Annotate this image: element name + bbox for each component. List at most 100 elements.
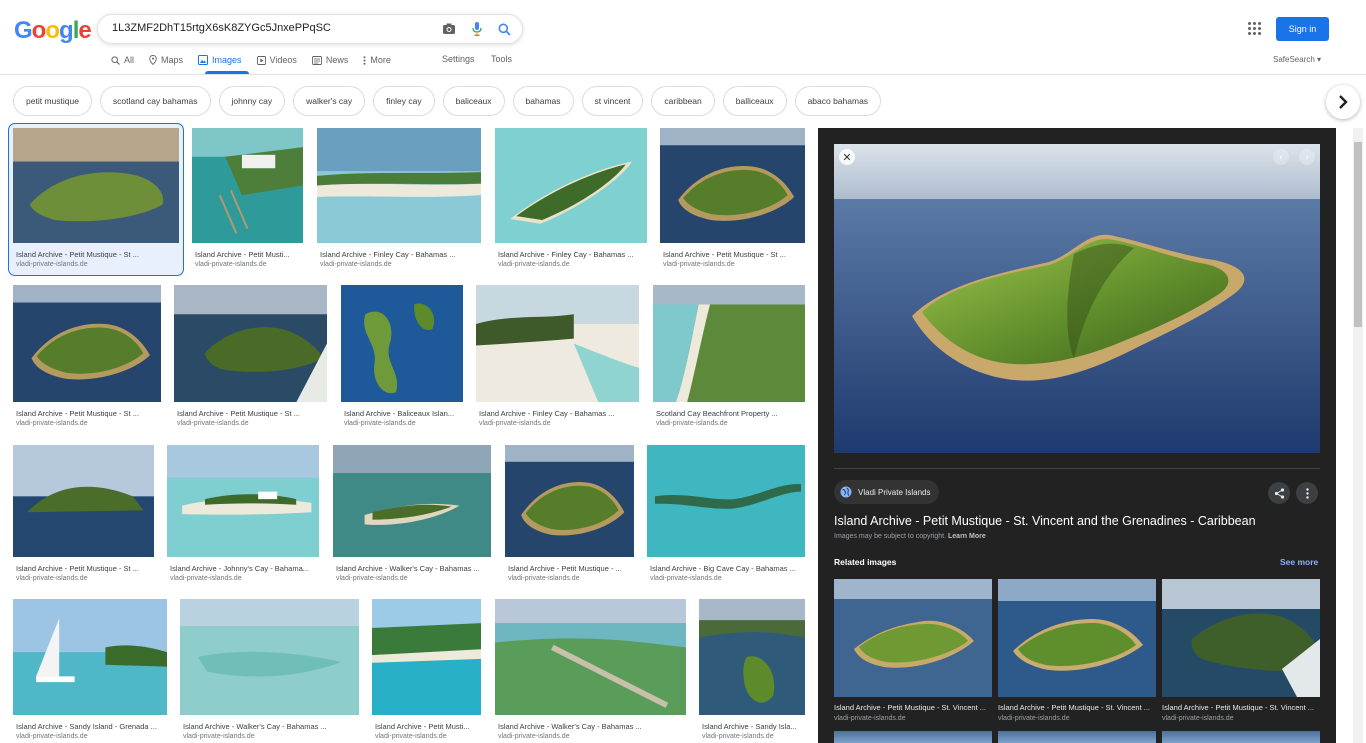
result-thumbnail	[167, 445, 319, 557]
panel-divider	[834, 468, 1320, 469]
result-title: Island Archive - Petit Mustique - St ...	[16, 409, 139, 418]
tab-more[interactable]: More	[363, 52, 391, 68]
tab-images[interactable]: Images	[198, 52, 242, 68]
result-domain: vladi-private-islands.de	[702, 733, 774, 740]
related-image[interactable]: Island Archive - Petit Mustique - St. Vi…	[834, 579, 992, 722]
image-result[interactable]: Scotland Cay Beachfront Property ... vlad…	[653, 285, 805, 430]
result-domain: vladi-private-islands.de	[183, 733, 255, 740]
result-domain: vladi-private-islands.de	[663, 261, 735, 268]
result-title: Island Archive - Walker's Cay - Bahamas …	[498, 722, 642, 731]
google-logo[interactable]: Google	[14, 17, 92, 45]
sign-in-button[interactable]: Sign in	[1276, 17, 1329, 41]
globe-icon	[840, 486, 852, 498]
safesearch-dropdown[interactable]: SafeSearch ▾	[1273, 55, 1321, 64]
image-result[interactable]: Island Archive - Petit Musti... vladi-pri…	[372, 599, 481, 743]
microphone-icon[interactable]	[469, 21, 485, 37]
learn-more-link[interactable]: Learn More	[948, 533, 986, 540]
active-tab-indicator	[205, 71, 249, 74]
tab-label: Images	[212, 55, 242, 65]
result-thumbnail	[660, 128, 805, 243]
apps-grid-icon[interactable]	[1248, 22, 1262, 36]
related-title: Island Archive - Petit Mustique - St. Vi…	[1162, 703, 1315, 712]
related-domain: vladi-private-islands.de	[998, 715, 1070, 722]
search-input[interactable]	[112, 22, 432, 34]
preview-image[interactable]	[834, 144, 1320, 453]
image-result[interactable]: Island Archive - Petit Mustique - St ...…	[660, 128, 805, 271]
result-thumbnail	[476, 285, 639, 402]
chips-next-button[interactable]	[1326, 85, 1360, 119]
tab-label: News	[325, 55, 349, 65]
image-result[interactable]: Island Archive - Johnny's Cay - Bahama..…	[167, 445, 319, 585]
image-result[interactable]: Island Archive - Petit Musti... vladi-pri…	[192, 128, 303, 271]
tools-link[interactable]: Tools	[491, 54, 512, 64]
scrollbar-thumb[interactable]	[1354, 142, 1362, 327]
copyright-notice: Images may be subject to copyright. Lear…	[834, 533, 986, 540]
chip[interactable]: abaco bahamas	[794, 86, 882, 116]
copyright-text: Images may be subject to copyright.	[834, 533, 947, 540]
related-title: Island Archive - Petit Mustique - St. Vi…	[834, 703, 987, 712]
search-box[interactable]	[97, 14, 523, 44]
chip[interactable]: johnny cay	[218, 86, 286, 116]
camera-icon[interactable]	[441, 21, 457, 37]
dots-vertical-icon	[1305, 487, 1309, 499]
result-thumbnail	[647, 445, 805, 557]
image-result[interactable]: Island Archive - Finley Cay - Bahamas ..…	[495, 128, 647, 271]
result-thumbnail	[174, 285, 327, 402]
settings-link[interactable]: Settings	[442, 54, 475, 64]
related-image[interactable]: Island Archive - Petit Mustique - St. Vi…	[998, 579, 1156, 722]
tab-news[interactable]: News	[311, 52, 349, 68]
image-result[interactable]: Island Archive - Petit Mustique - St ...…	[8, 123, 184, 276]
image-result[interactable]: Island Archive - Big Cave Cay - Bahamas …	[647, 445, 805, 585]
result-domain: vladi-private-islands.de	[498, 261, 570, 268]
image-result[interactable]: Island Archive - Petit Mustique - ... vla…	[505, 445, 634, 585]
image-result[interactable]: Island Archive - Finley Cay - Bahamas ..…	[476, 285, 639, 430]
image-result[interactable]: Island Archive - Finley Cay - Bahamas ..…	[317, 128, 481, 271]
result-domain: vladi-private-islands.de	[479, 420, 551, 427]
image-result[interactable]: Island Archive - Baliceaux Islan... vladi…	[341, 285, 463, 430]
result-thumbnail	[505, 445, 634, 557]
related-image[interactable]: Island Archive - Petit Mustique - St. Vi…	[1162, 579, 1320, 722]
chip[interactable]: bahamas	[512, 86, 574, 116]
tab-videos[interactable]: Videos	[256, 52, 297, 68]
share-button[interactable]	[1268, 482, 1290, 504]
image-result[interactable]: Island Archive - Petit Mustique - St ...…	[174, 285, 327, 430]
news-icon	[311, 55, 322, 65]
chip[interactable]: petit mustique	[13, 86, 92, 116]
close-preview-button[interactable]: ✕	[839, 149, 855, 165]
image-result[interactable]: Island Archive - Petit Mustique - St ...…	[13, 445, 154, 585]
image-result[interactable]: Island Archive - Sandy Isla... vladi-priv…	[699, 599, 805, 743]
next-image-button[interactable]: ›	[1299, 149, 1315, 165]
image-result[interactable]: Island Archive - Walker's Cay - Bahamas …	[333, 445, 491, 585]
chip[interactable]: walker's cay	[293, 86, 366, 116]
search-icon[interactable]	[496, 21, 512, 37]
related-image-partial[interactable]	[998, 731, 1156, 743]
related-image-partial[interactable]	[1162, 731, 1320, 743]
result-title: Island Archive - Petit Musti...	[195, 250, 290, 259]
related-search-chips: petit mustique scotland cay bahamas john…	[13, 86, 882, 116]
tab-all[interactable]: All	[111, 52, 134, 68]
previous-image-button[interactable]: ‹	[1273, 149, 1289, 165]
chip[interactable]: finley cay	[373, 86, 435, 116]
scrollbar[interactable]	[1353, 128, 1363, 743]
chevron-right-icon	[1339, 95, 1348, 109]
chip[interactable]: st vincent	[581, 86, 644, 116]
related-domain: vladi-private-islands.de	[834, 715, 906, 722]
related-image-partial[interactable]	[834, 731, 992, 743]
chip[interactable]: caribbean	[651, 86, 715, 116]
chip[interactable]: scotland cay bahamas	[99, 86, 211, 116]
see-more-link[interactable]: See more	[1280, 557, 1318, 567]
result-thumbnail	[653, 285, 805, 402]
image-result[interactable]: Island Archive - Walker's Cay - Bahamas …	[180, 599, 359, 743]
image-result[interactable]: Island Archive - Walker's Cay - Bahamas …	[495, 599, 686, 743]
close-icon: ✕	[842, 151, 852, 164]
image-result[interactable]: Island Archive - Sandy Island - Grenada …	[13, 599, 167, 743]
chip[interactable]: baliceaux	[442, 86, 505, 116]
result-title: Island Archive - Johnny's Cay - Bahama..…	[170, 564, 309, 573]
tab-maps[interactable]: Maps	[149, 52, 183, 68]
source-link[interactable]: Vladi Private Islands	[834, 480, 940, 504]
image-result[interactable]: Island Archive - Petit Mustique - St ...…	[13, 285, 161, 430]
chip[interactable]: balliceaux	[722, 86, 787, 116]
more-options-button[interactable]	[1296, 482, 1318, 504]
result-title: Island Archive - Petit Mustique - St ...	[16, 250, 139, 259]
preview-title[interactable]: Island Archive - Petit Mustique - St. Vi…	[834, 514, 1256, 528]
